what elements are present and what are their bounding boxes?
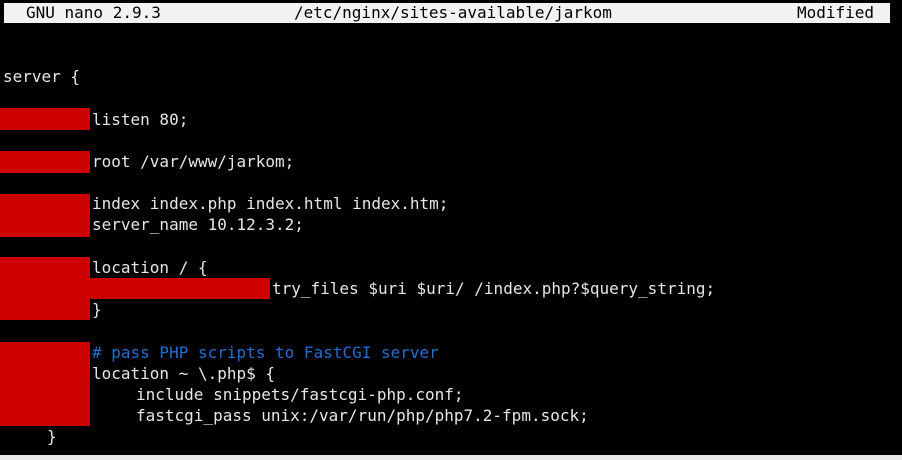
redaction-block — [0, 108, 90, 130]
code-line-server-open[interactable]: server { — [3, 66, 80, 87]
code-line-fastcgi-pass[interactable]: fastcgi_pass unix:/var/run/php/php7.2-fp… — [136, 405, 589, 426]
redaction-block — [0, 342, 90, 426]
code-line-location-close[interactable]: } — [92, 299, 102, 320]
redaction-block — [0, 257, 90, 320]
code-line-location-php[interactable]: location ~ \.php$ { — [92, 363, 275, 384]
redaction-block — [90, 278, 270, 299]
nano-title-bar: GNU nano 2.9.3 /etc/nginx/sites-availabl… — [4, 3, 890, 23]
window-bottom-border — [0, 455, 902, 460]
code-line-include[interactable]: include snippets/fastcgi-php.conf; — [136, 384, 464, 405]
file-path: /etc/nginx/sites-available/jarkom — [294, 3, 612, 22]
app-version: GNU nano 2.9.3 — [26, 3, 161, 22]
code-line-location-root[interactable]: location / { — [92, 257, 208, 278]
code-comment-fastcgi[interactable]: # pass PHP scripts to FastCGI server — [92, 342, 439, 363]
code-line-index[interactable]: index index.php index.html index.htm; — [92, 193, 448, 214]
code-line-try-files[interactable]: try_files $uri $uri/ /index.php?$query_s… — [272, 278, 715, 299]
code-line-server-name[interactable]: server_name 10.12.3.2; — [92, 214, 304, 235]
code-line-root[interactable]: root /var/www/jarkom; — [92, 151, 294, 172]
redaction-block — [0, 151, 90, 173]
code-line-location-php-close[interactable]: } — [47, 426, 57, 447]
redaction-block — [0, 194, 90, 237]
code-line-listen[interactable]: listen 80; — [92, 109, 188, 130]
terminal-window[interactable]: GNU nano 2.9.3 /etc/nginx/sites-availabl… — [0, 0, 902, 455]
modified-status: Modified — [796, 3, 874, 22]
